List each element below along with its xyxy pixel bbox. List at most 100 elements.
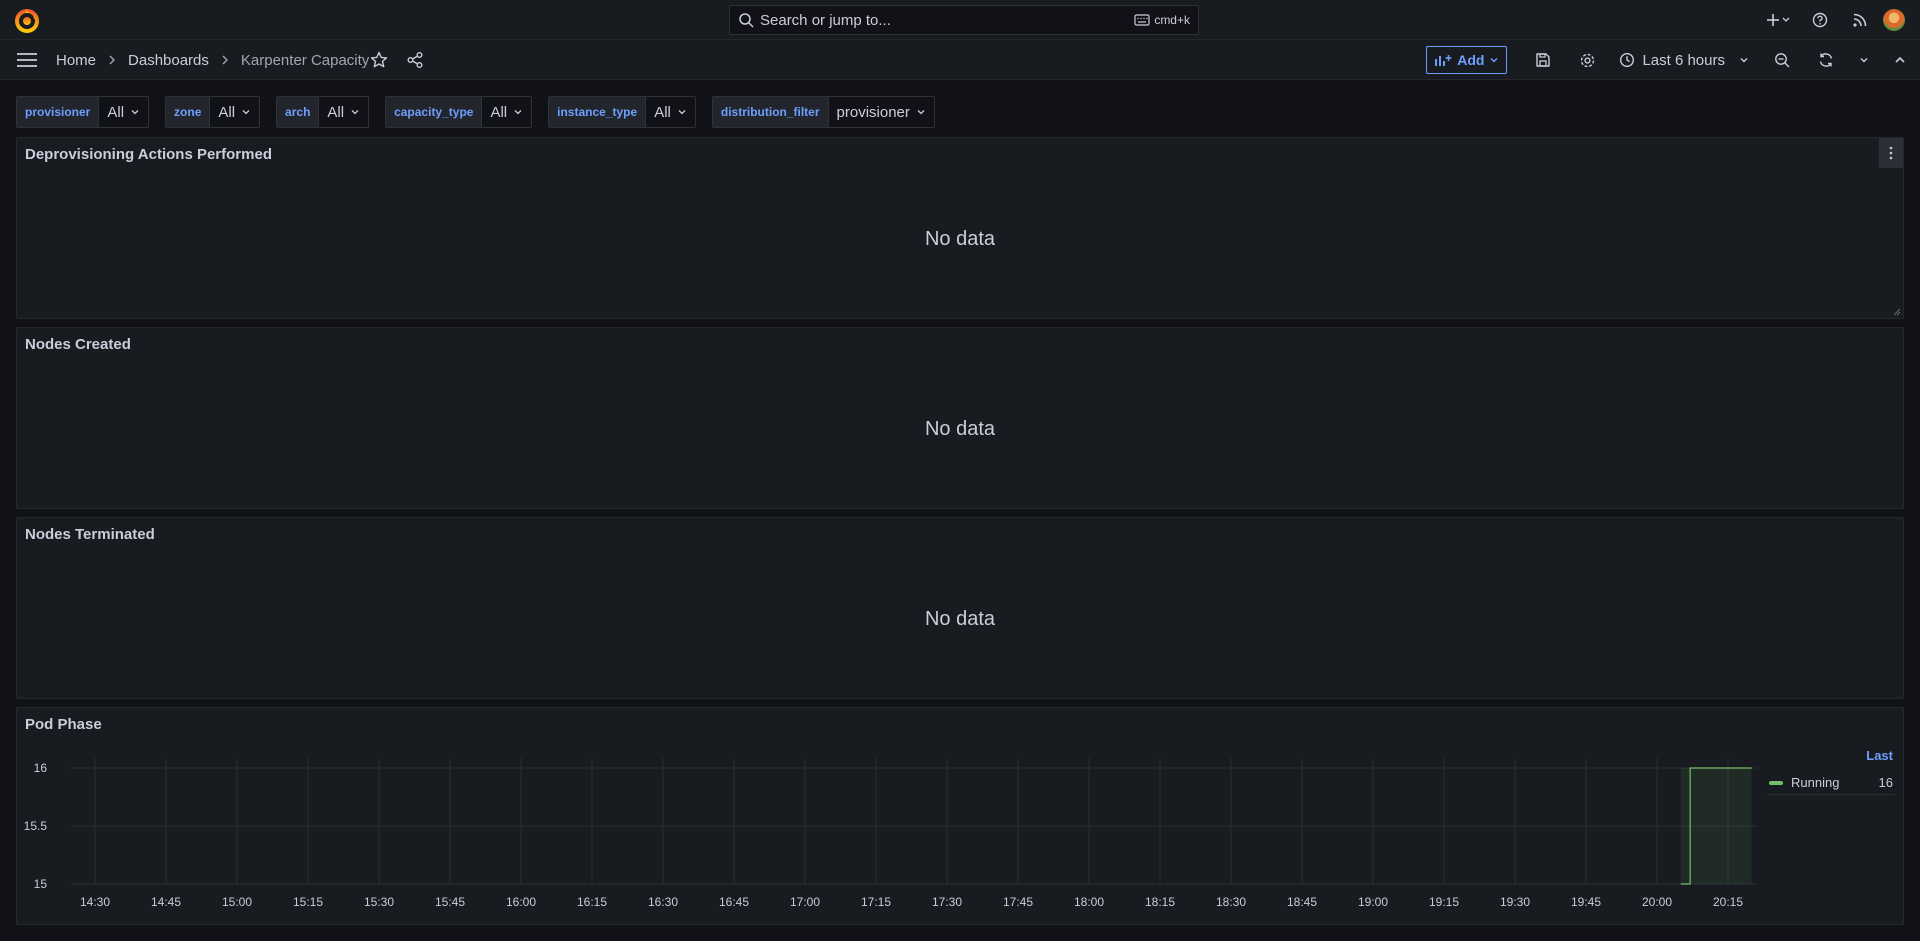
variable-label: arch xyxy=(276,96,320,128)
panel-deprovisioning-actions[interactable]: Deprovisioning Actions Performed No data xyxy=(16,137,1904,319)
new-menu-button[interactable] xyxy=(1756,0,1800,40)
chevron-down-icon xyxy=(131,110,139,115)
x-tick-label: 17:45 xyxy=(1003,895,1033,909)
chevron-up-icon xyxy=(1895,56,1905,63)
breadcrumb-dashboards[interactable]: Dashboards xyxy=(128,52,209,69)
panel-nodes-terminated[interactable]: Nodes Terminated No data xyxy=(16,517,1904,699)
x-tick-label: 16:45 xyxy=(719,895,749,909)
search-bar[interactable]: Search or jump to... cmd+k xyxy=(729,5,1199,35)
collapse-header-button[interactable] xyxy=(1880,40,1920,80)
chevron-down-icon xyxy=(514,110,522,115)
panel-title[interactable]: Nodes Created xyxy=(25,336,131,353)
plus-icon xyxy=(1767,14,1790,26)
x-tick-label: 14:45 xyxy=(151,895,181,909)
x-tick-label: 15:30 xyxy=(364,895,394,909)
x-tick-label: 19:15 xyxy=(1429,895,1459,909)
share-icon[interactable] xyxy=(406,51,424,69)
save-icon xyxy=(1536,53,1551,67)
time-range-picker[interactable]: Last 6 hours xyxy=(1609,52,1760,69)
x-tick-label: 18:15 xyxy=(1145,895,1175,909)
x-tick-label: 17:30 xyxy=(932,895,962,909)
zoom-out-button[interactable] xyxy=(1760,40,1804,80)
y-tick-label: 15 xyxy=(34,877,48,891)
add-panel-icon xyxy=(1435,55,1452,66)
panel-nodes-created[interactable]: Nodes Created No data xyxy=(16,327,1904,509)
refresh-icon xyxy=(1819,53,1833,67)
variable-value: provisioner xyxy=(836,103,910,121)
variable-value: All xyxy=(654,103,671,121)
variable-select[interactable]: All xyxy=(210,96,261,128)
gear-icon xyxy=(1580,53,1595,67)
variable-value: All xyxy=(107,103,125,121)
x-tick-label: 19:00 xyxy=(1358,895,1388,909)
keyboard-shortcut: cmd+k xyxy=(1134,13,1190,27)
variable-label: zone xyxy=(165,96,211,128)
add-button[interactable]: Add xyxy=(1426,46,1508,74)
variable-select[interactable]: All xyxy=(319,96,370,128)
chevron-down-icon xyxy=(1490,58,1498,63)
refresh-button[interactable] xyxy=(1804,40,1848,80)
variable-instance-type: instance_type All xyxy=(548,96,696,128)
chevron-down-icon xyxy=(1740,58,1748,63)
star-icon[interactable] xyxy=(370,51,388,69)
pod-phase-chart[interactable]: 15 15.5 16 14:30 14:45 15:00 15:15 15:30 15:45 16… xyxy=(17,708,1757,926)
x-tick-label: 18:45 xyxy=(1287,895,1317,909)
chevron-down-icon xyxy=(1860,58,1868,63)
x-tick-label: 15:00 xyxy=(222,895,252,909)
legend-last-value: 16 xyxy=(1878,775,1893,790)
avatar xyxy=(1883,9,1905,31)
refresh-interval-dropdown[interactable] xyxy=(1848,40,1880,80)
x-tick-label: 16:00 xyxy=(506,895,536,909)
zoom-out-icon xyxy=(1775,53,1790,68)
no-data-message: No data xyxy=(924,418,996,440)
add-button-label: Add xyxy=(1457,52,1485,68)
chevron-down-icon xyxy=(678,110,686,115)
chevron-down-icon xyxy=(242,110,250,115)
time-range-label: Last 6 hours xyxy=(1642,51,1725,69)
legend-item[interactable]: Running 16 xyxy=(1767,771,1895,795)
breadcrumb-home[interactable]: Home xyxy=(56,52,96,69)
shortcut-text: cmd+k xyxy=(1154,13,1190,27)
x-tick-label: 14:30 xyxy=(80,895,110,909)
variable-select[interactable]: All xyxy=(99,96,150,128)
news-button[interactable] xyxy=(1840,0,1880,40)
variable-select[interactable]: All xyxy=(482,96,533,128)
grafana-logo-icon[interactable] xyxy=(14,8,40,34)
profile-button[interactable] xyxy=(1880,0,1920,40)
x-tick-label: 15:45 xyxy=(435,895,465,909)
resize-handle-icon[interactable] xyxy=(1893,308,1901,316)
help-icon xyxy=(1812,12,1828,28)
x-tick-label: 18:30 xyxy=(1216,895,1246,909)
menu-icon[interactable] xyxy=(16,50,38,70)
variable-label: instance_type xyxy=(548,96,647,128)
chevron-right-icon xyxy=(109,55,116,65)
variable-label: distribution_filter xyxy=(711,96,829,128)
dashboard-settings-button[interactable] xyxy=(1565,40,1609,80)
variable-capacity-type: capacity_type All xyxy=(385,96,533,128)
no-data-message: No data xyxy=(924,608,996,630)
panel-title[interactable]: Deprovisioning Actions Performed xyxy=(25,146,272,163)
top-bar-actions xyxy=(1756,0,1920,40)
variable-select[interactable]: provisioner xyxy=(828,96,935,128)
x-tick-label: 19:30 xyxy=(1500,895,1530,909)
chart-legend: Last Running 16 xyxy=(1767,748,1895,795)
panel-pod-phase[interactable]: Pod Phase 15 15.5 16 14:30 14:45 15:00 15:15 15… xyxy=(16,707,1904,925)
x-tick-label: 19:45 xyxy=(1571,895,1601,909)
dashboard-title-actions xyxy=(370,40,424,80)
variable-value: All xyxy=(327,103,345,121)
variable-label: provisioner xyxy=(16,96,100,128)
clock-icon xyxy=(1620,52,1635,68)
panel-menu-button[interactable] xyxy=(1879,138,1903,168)
variable-arch: arch All xyxy=(276,96,370,128)
variable-distribution-filter: distribution_filter provisioner xyxy=(711,96,935,128)
save-dashboard-button[interactable] xyxy=(1521,40,1565,80)
variable-select[interactable]: All xyxy=(646,96,696,128)
y-tick-label: 16 xyxy=(34,761,48,775)
legend-header[interactable]: Last xyxy=(1767,748,1895,763)
x-tick-label: 15:15 xyxy=(293,895,323,909)
help-button[interactable] xyxy=(1800,0,1840,40)
dashboard-toolbar: Add Last 6 hours xyxy=(1426,40,1920,80)
no-data-message: No data xyxy=(924,228,996,250)
panel-title[interactable]: Nodes Terminated xyxy=(25,526,155,543)
series-area-running xyxy=(1680,768,1752,884)
